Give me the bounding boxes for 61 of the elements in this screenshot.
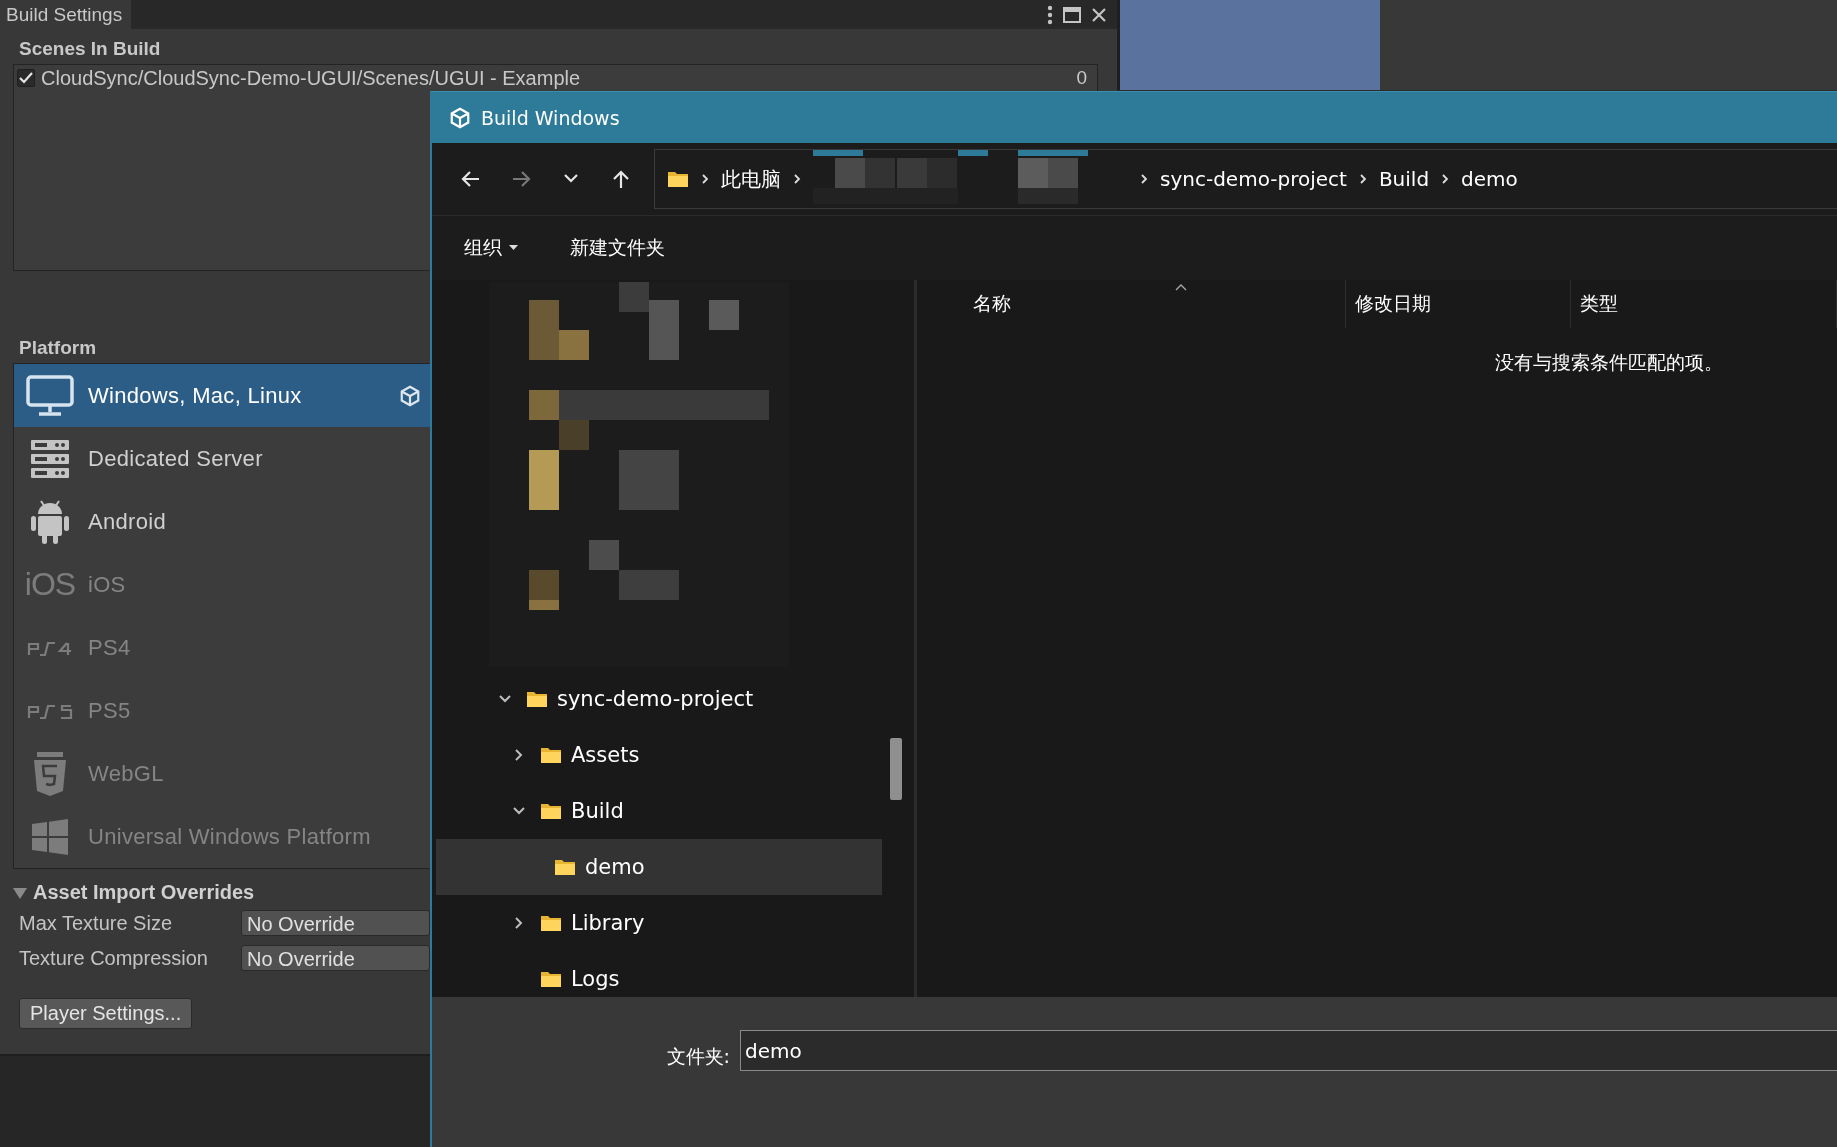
platform-item[interactable]: Dedicated Server [14,427,431,490]
tree-item[interactable]: demo [436,839,882,895]
toolbar-button[interactable]: 组织 [464,235,518,261]
folder-name-field[interactable]: demo [740,1030,1837,1071]
tree-item[interactable]: Logs [436,951,882,997]
column-header[interactable]: 修改日期 [1346,280,1571,328]
empty-message: 没有与搜索条件匹配的项。 [1495,350,1724,375]
checkbox[interactable] [17,69,35,87]
html5-shield-icon [33,750,67,797]
monitor-icon [26,374,74,417]
unity-logo-icon [449,106,471,129]
breadcrumb-item[interactable]: sync-demo-project [1160,167,1347,191]
folder-icon [540,802,562,820]
more-options-icon[interactable] [1047,4,1053,25]
tree-item[interactable]: sync-demo-project [436,671,882,727]
unity-logo-icon [399,385,421,407]
server-icon [30,438,70,479]
toolbar-button[interactable]: 新建文件夹 [570,235,665,261]
scene-index: 0 [1076,67,1087,89]
column-header[interactable]: 名称 [917,280,1346,328]
android-icon [30,498,70,545]
address-bar[interactable]: 此电脑 sync-demo-project Build demo [654,149,1837,209]
dropdown[interactable]: No Override [241,910,430,936]
platform-item[interactable]: Windows, Mac, Linux [14,364,431,427]
chevron-right-icon [793,173,801,185]
folder-icon [526,690,548,708]
sort-caret-icon [1175,284,1187,291]
field-label: Max Texture Size [18,911,174,935]
scene-path: CloudSync/CloudSync-Demo-UGUI/Scenes/UGUI - Example [41,66,581,90]
field-label: Texture Compression [18,946,209,970]
folder-icon [540,746,562,764]
foldout-triangle-icon[interactable] [13,886,27,899]
tree-item[interactable]: Library [436,895,882,951]
tree-item[interactable]: Assets [436,727,882,783]
tree-item[interactable]: Build [436,783,882,839]
chevron-right-icon [701,173,709,185]
folder-icon [540,914,562,932]
window-title: Build Windows [481,106,620,129]
breadcrumb-item[interactable]: Build [1378,167,1430,191]
chevron-right-icon [1140,173,1148,185]
window-tab[interactable]: Build Settings [0,0,132,29]
column-header[interactable]: 类型 [1570,280,1837,328]
player-settings-button[interactable]: Player Settings... [19,998,193,1029]
maximize-icon[interactable] [1063,6,1081,23]
section-heading: Asset Import Overrides [33,881,255,904]
folder-icon [540,970,562,988]
scrollbar-thumb[interactable] [890,738,902,800]
windows-logo-icon [31,817,69,856]
chevron-right-icon [1358,173,1367,185]
dropdown[interactable]: No Override [241,945,430,971]
section-heading: Scenes In Build [19,38,162,60]
breadcrumb-item[interactable]: 此电脑 [721,165,781,193]
folder-icon [667,170,689,188]
ios-logo: iOS [24,566,76,603]
breadcrumb-item[interactable]: demo [1461,167,1518,191]
chevron-right-icon [1441,173,1450,185]
folder-icon [554,858,576,876]
close-icon[interactable] [1091,6,1107,23]
platform-item[interactable]: Android [14,490,431,553]
field-label: 文件夹: [665,1044,731,1069]
section-heading: Platform [19,337,98,359]
